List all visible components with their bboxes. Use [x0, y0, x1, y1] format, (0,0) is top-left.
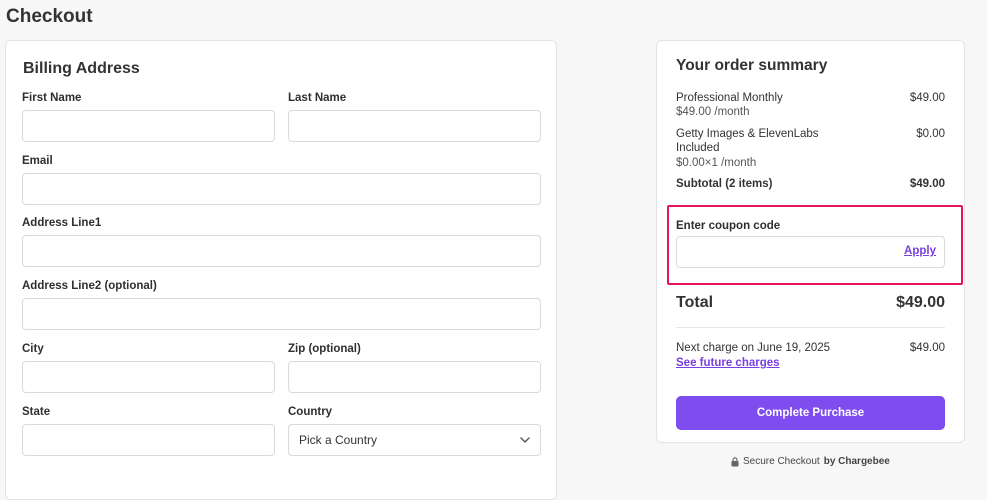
total-value: $49.00	[896, 294, 945, 311]
email-label: Email	[22, 155, 53, 167]
next-charge-label: Next charge on June 19, 2025	[676, 342, 831, 354]
secure-checkout-footer: Secure Checkout by Chargebee	[731, 456, 890, 467]
item-detail: $0.00×1 /month	[676, 157, 757, 169]
item-price: $0.00	[916, 128, 945, 140]
city-label: City	[22, 343, 44, 355]
country-label: Country	[288, 406, 333, 418]
state-field[interactable]	[22, 424, 275, 456]
address-line1-label: Address Line1	[22, 217, 102, 229]
divider	[676, 327, 945, 328]
last-name-field[interactable]	[288, 110, 541, 142]
next-charge-value: $49.00	[909, 342, 945, 354]
first-name-field[interactable]	[22, 110, 275, 142]
lock-icon	[731, 456, 739, 466]
complete-purchase-button[interactable]: Complete Purchase	[676, 396, 945, 430]
subtotal-label: Subtotal (2 items)	[676, 178, 773, 190]
address-line2-field[interactable]	[22, 298, 541, 330]
address-line1-field[interactable]	[22, 235, 541, 267]
city-field[interactable]	[22, 361, 275, 393]
billing-address-title: Billing Address	[23, 60, 140, 77]
item-name: Getty Images & ElevenLabs	[676, 128, 819, 140]
zip-label: Zip (optional)	[288, 343, 361, 355]
chargebee-brand: by Chargebee	[823, 456, 890, 467]
country-select[interactable]: Pick a Country	[288, 424, 541, 456]
chevron-down-icon	[520, 437, 530, 443]
page-title: Checkout	[6, 6, 93, 27]
item-price: $49.00	[909, 92, 945, 104]
country-select-value: Pick a Country	[299, 433, 378, 447]
coupon-highlight-box	[667, 205, 963, 285]
state-label: State	[22, 406, 51, 418]
zip-field[interactable]	[288, 361, 541, 393]
item-name: Professional Monthly	[676, 92, 783, 104]
total-label: Total	[676, 294, 714, 311]
see-future-charges-link[interactable]: See future charges	[676, 357, 780, 369]
email-field[interactable]	[22, 173, 541, 205]
subtotal-value: $49.00	[909, 178, 945, 190]
billing-address-card: Billing Address First Name Last Name Ema…	[5, 40, 557, 500]
secure-checkout-text: Secure Checkout	[743, 456, 820, 467]
item-name-continued: Included	[676, 142, 720, 154]
last-name-label: Last Name	[288, 92, 347, 104]
order-summary-title: Your order summary	[676, 57, 828, 74]
item-detail: $49.00 /month	[676, 106, 750, 118]
address-line2-label: Address Line2 (optional)	[22, 280, 157, 292]
first-name-label: First Name	[22, 92, 82, 104]
